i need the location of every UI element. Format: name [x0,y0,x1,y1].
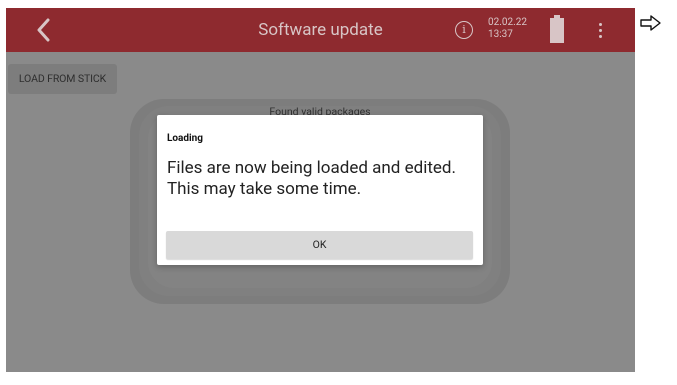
info-icon[interactable]: i [455,21,473,39]
top-app-bar: Software update i 02.02.22 13:37 [6,8,635,52]
menu-dot [598,28,602,32]
menu-dot [598,34,602,38]
date-time-display: 02.02.22 13:37 [488,17,527,41]
dialog-message: Files are now being loaded and edited. T… [167,158,456,199]
date-text: 02.02.22 [488,17,527,28]
load-from-stick-button[interactable]: LOAD FROM STICK [8,64,117,94]
arrow-right-outline-icon [640,15,661,31]
device-screen: Software update i 02.02.22 13:37 LOAD FR… [6,8,635,372]
chevron-left-icon [37,18,50,42]
time-text: 13:37 [488,29,513,40]
ok-button[interactable]: OK [166,231,473,259]
overflow-menu-button[interactable] [592,20,608,40]
back-button[interactable] [28,14,58,46]
menu-dot [598,22,602,26]
loading-dialog: Loading Files are now being loaded and e… [157,115,483,265]
battery-icon [550,15,564,43]
dialog-title: Loading [167,133,204,144]
battery-body [550,18,564,43]
page-title: Software update [258,20,383,40]
